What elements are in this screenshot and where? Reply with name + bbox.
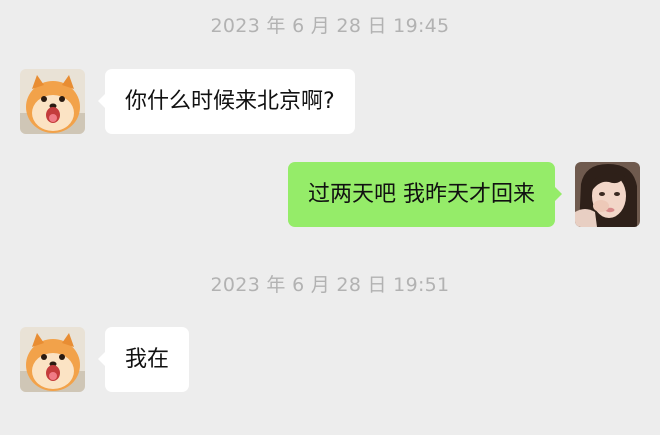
bubble-tail (98, 351, 106, 367)
woman-selfie-icon (575, 162, 640, 227)
timestamp: 2023 年 6 月 28 日 19:45 (210, 15, 450, 37)
friend-avatar[interactable] (20, 69, 85, 134)
bubble-tail (554, 186, 562, 202)
bubble-tail (98, 93, 106, 109)
message-text: 你什么时候来北京啊? (125, 89, 335, 114)
message-bubble-outgoing[interactable]: 过两天吧 我昨天才回来 (288, 162, 562, 227)
message-bubble-incoming[interactable]: 我在 (98, 327, 190, 392)
self-avatar[interactable] (575, 162, 640, 227)
message-text: 过两天吧 我昨天才回来 (308, 182, 535, 207)
pomeranian-dog-icon (20, 69, 85, 134)
message-text: 我在 (125, 347, 170, 372)
friend-avatar[interactable] (20, 327, 85, 392)
pomeranian-dog-icon (20, 327, 85, 392)
message-bubble-incoming[interactable]: 你什么时候来北京啊? (98, 69, 355, 134)
timestamp: 2023 年 6 月 28 日 19:51 (210, 274, 450, 296)
